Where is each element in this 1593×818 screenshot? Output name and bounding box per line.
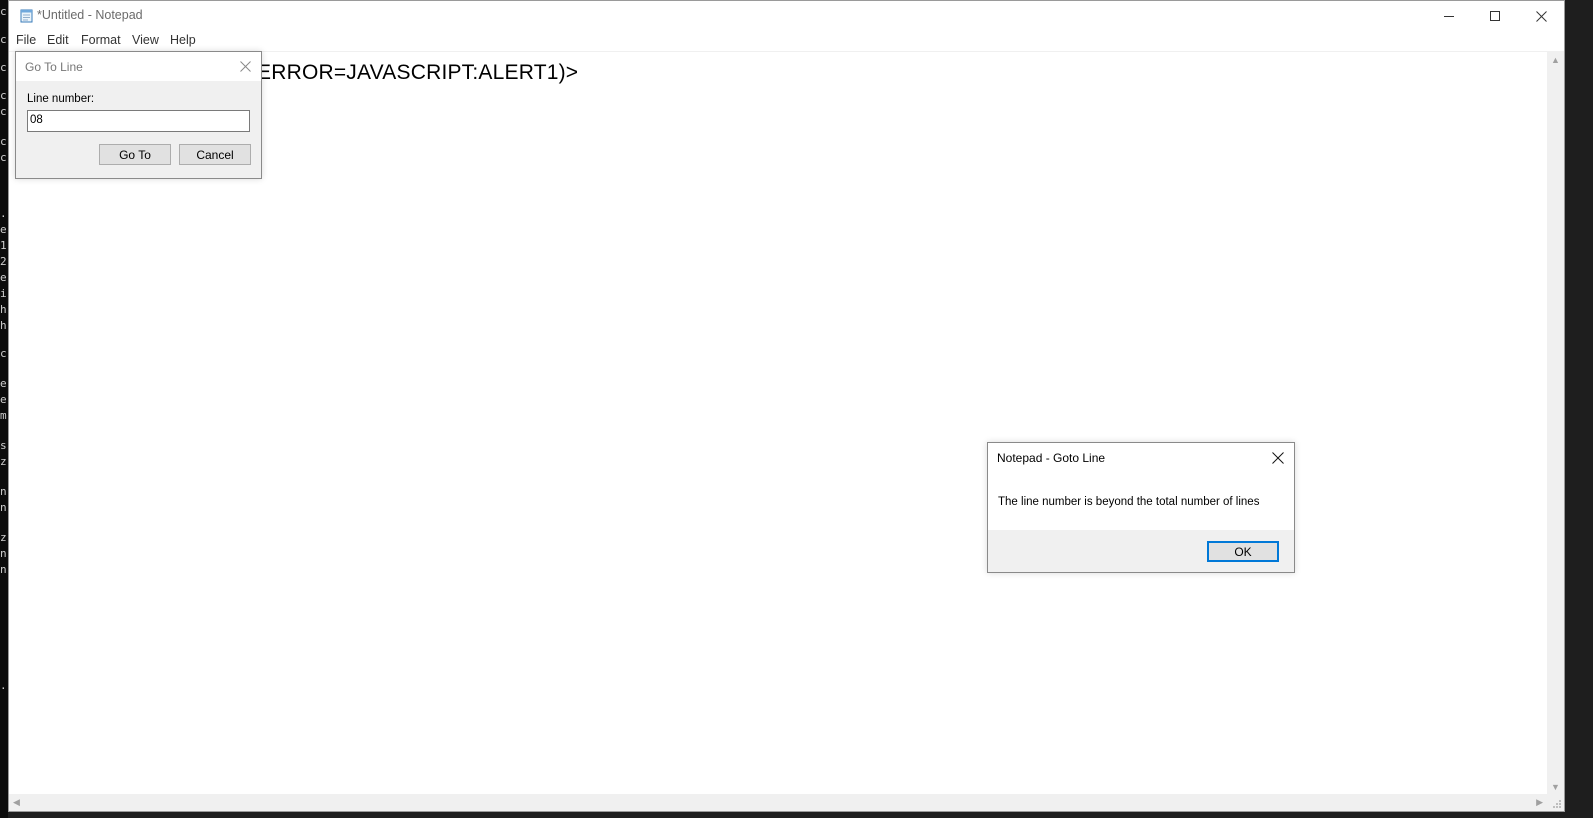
terminal-fragment: e	[0, 271, 7, 284]
terminal-fragment: e	[0, 393, 7, 406]
grip-icon	[1553, 800, 1561, 808]
cancel-button[interactable]: Cancel	[179, 144, 251, 165]
error-message: The line number is beyond the total numb…	[998, 496, 1260, 508]
horizontal-scrollbar[interactable]: ◀ ▶	[9, 794, 1547, 811]
error-dialog-title-bar[interactable]: Notepad - Goto Line	[988, 443, 1294, 472]
terminal-fragment: h	[0, 319, 7, 332]
terminal-fragment: c	[0, 5, 7, 18]
terminal-fragment: c	[0, 89, 7, 102]
terminal-fragment: n	[0, 501, 7, 514]
scroll-down-icon[interactable]: ▼	[1551, 782, 1560, 792]
error-dialog-close-button[interactable]	[1266, 447, 1290, 469]
goto-button[interactable]: Go To	[99, 144, 171, 165]
scroll-up-icon[interactable]: ▲	[1551, 55, 1560, 65]
line-number-input[interactable]: 08	[27, 110, 250, 132]
ok-button[interactable]: OK	[1207, 541, 1279, 562]
terminal-fragment: h	[0, 303, 7, 316]
title-bar[interactable]: *Untitled - Notepad	[9, 1, 1564, 31]
menu-file[interactable]: File	[16, 33, 36, 47]
terminal-fragment: c	[0, 135, 7, 148]
notepad-icon	[20, 9, 34, 23]
goto-line-error-dialog: Notepad - Goto Line The line number is b…	[987, 442, 1295, 573]
error-dialog-title: Notepad - Goto Line	[997, 451, 1106, 465]
terminal-fragment: e	[0, 377, 7, 390]
terminal-fragment: .	[0, 207, 7, 220]
terminal-fragment: c	[0, 61, 7, 74]
menu-edit[interactable]: Edit	[47, 33, 69, 47]
close-icon	[239, 60, 251, 72]
maximize-button[interactable]	[1472, 1, 1518, 31]
terminal-fragment: s	[0, 439, 7, 452]
menu-bar: File Edit Format View Help	[9, 32, 1564, 52]
terminal-fragment: c	[0, 347, 7, 360]
menu-view[interactable]: View	[132, 33, 159, 47]
minimize-icon	[1444, 16, 1454, 17]
minimize-button[interactable]	[1426, 1, 1472, 31]
goto-line-dialog: Go To Line Line number: 08 Go To Cancel	[15, 51, 262, 179]
size-grip[interactable]	[1547, 794, 1564, 811]
goto-dialog-close-button[interactable]	[233, 55, 257, 77]
terminal-fragment: m	[0, 409, 7, 422]
menu-format[interactable]: Format	[81, 33, 121, 47]
terminal-fragment: .	[0, 679, 7, 692]
terminal-fragment: z	[0, 531, 7, 544]
close-button[interactable]	[1518, 1, 1564, 31]
scroll-left-icon[interactable]: ◀	[13, 797, 20, 808]
scroll-right-icon[interactable]: ▶	[1536, 797, 1543, 808]
menu-help[interactable]: Help	[170, 33, 196, 47]
editor-text: ERROR=JAVASCRIPT:ALERT1)>	[257, 61, 579, 84]
goto-dialog-title: Go To Line	[25, 60, 83, 74]
terminal-fragment: n	[0, 563, 7, 576]
close-icon	[1535, 10, 1547, 22]
terminal-fragment: 1	[0, 239, 7, 252]
terminal-fragment: c	[0, 151, 7, 164]
close-icon	[1272, 452, 1284, 464]
background-terminal: c c c c c c c . e 1 2 e i h h c e e m s …	[0, 0, 8, 818]
vertical-scrollbar[interactable]: ▲ ▼	[1547, 52, 1564, 794]
maximize-icon	[1490, 11, 1500, 21]
terminal-fragment: i	[0, 287, 7, 300]
terminal-fragment: n	[0, 485, 7, 498]
terminal-fragment: c	[0, 105, 7, 118]
terminal-fragment: e	[0, 223, 7, 236]
window-title: *Untitled - Notepad	[37, 8, 143, 22]
terminal-fragment: c	[0, 33, 7, 46]
line-number-label: Line number:	[27, 93, 95, 105]
terminal-fragment: n	[0, 547, 7, 560]
goto-dialog-title-bar[interactable]: Go To Line	[16, 52, 261, 81]
terminal-fragment: z	[0, 455, 7, 468]
terminal-fragment: 2	[0, 255, 7, 268]
